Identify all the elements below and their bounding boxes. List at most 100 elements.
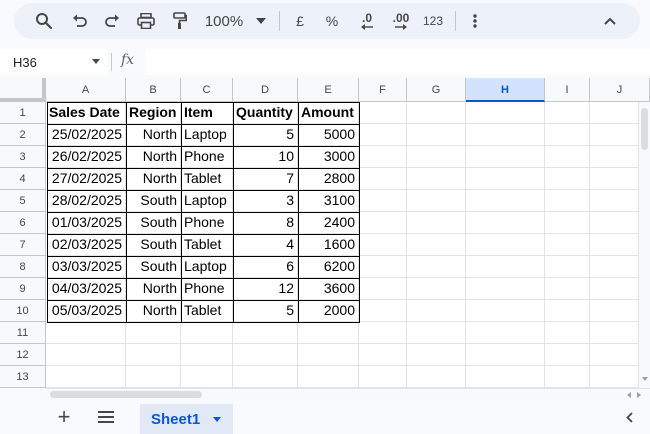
cell[interactable] <box>407 124 466 146</box>
table-header-cell[interactable]: Sales Date <box>46 102 126 124</box>
select-all-corner[interactable] <box>0 78 46 102</box>
name-box[interactable]: H36 <box>0 49 108 75</box>
cell[interactable] <box>545 124 590 146</box>
cell[interactable] <box>407 344 466 366</box>
cell[interactable] <box>407 102 466 124</box>
table-cell[interactable]: 5000 <box>298 124 359 146</box>
cell[interactable] <box>298 322 359 344</box>
horizontal-scroll-thumb[interactable] <box>50 391 202 398</box>
table-cell[interactable]: 03/03/2025 <box>46 256 126 278</box>
cell[interactable] <box>466 234 545 256</box>
column-header-e[interactable]: E <box>298 78 359 102</box>
cell[interactable] <box>545 212 590 234</box>
all-sheets-menu-icon[interactable] <box>96 404 116 430</box>
row-header-4[interactable]: 4 <box>0 168 46 190</box>
table-cell[interactable]: North <box>126 146 181 168</box>
cell[interactable] <box>181 366 233 388</box>
cell[interactable] <box>466 168 545 190</box>
table-cell[interactable]: 27/02/2025 <box>46 168 126 190</box>
cell[interactable] <box>545 102 590 124</box>
table-cell[interactable]: 2800 <box>298 168 359 190</box>
cell[interactable] <box>545 278 590 300</box>
table-cell[interactable]: North <box>126 124 181 146</box>
vertical-scroll-thumb[interactable] <box>641 108 648 150</box>
cell[interactable] <box>46 322 126 344</box>
cell[interactable] <box>359 322 407 344</box>
column-header-g[interactable]: G <box>407 78 466 102</box>
column-header-h[interactable]: H <box>466 78 545 102</box>
cell[interactable] <box>407 322 466 344</box>
sheet-tab-dropdown-icon[interactable] <box>213 417 221 422</box>
cell[interactable] <box>359 300 407 322</box>
cell[interactable] <box>181 322 233 344</box>
sheet-tab-sheet1[interactable]: Sheet1 <box>140 404 233 434</box>
cell[interactable] <box>46 366 126 388</box>
table-cell[interactable]: 5 <box>233 124 298 146</box>
collapse-chevron-icon[interactable] <box>598 3 622 39</box>
column-header-d[interactable]: D <box>233 78 298 102</box>
cell[interactable] <box>407 256 466 278</box>
table-cell[interactable]: 6200 <box>298 256 359 278</box>
cell[interactable] <box>466 102 545 124</box>
cell[interactable] <box>545 234 590 256</box>
number-format-button[interactable]: 123 <box>418 3 448 39</box>
cell[interactable] <box>359 102 407 124</box>
cell[interactable] <box>466 256 545 278</box>
row-header-1[interactable]: 1 <box>0 102 46 124</box>
table-cell[interactable]: Laptop <box>181 124 233 146</box>
search-icon[interactable] <box>30 3 58 39</box>
cell[interactable] <box>545 168 590 190</box>
zoom-dropdown-icon[interactable] <box>252 3 270 39</box>
table-cell[interactable]: 02/03/2025 <box>46 234 126 256</box>
scroll-left-icon[interactable] <box>626 392 632 398</box>
table-cell[interactable]: 3100 <box>298 190 359 212</box>
scroll-down-icon[interactable] <box>642 376 648 382</box>
row-header-6[interactable]: 6 <box>0 212 46 234</box>
cell[interactable] <box>466 344 545 366</box>
cell[interactable] <box>359 256 407 278</box>
cell[interactable] <box>359 234 407 256</box>
table-cell[interactable]: 7 <box>233 168 298 190</box>
table-cell[interactable]: Laptop <box>181 190 233 212</box>
cell[interactable] <box>545 146 590 168</box>
table-cell[interactable]: 5 <box>233 300 298 322</box>
table-cell[interactable]: South <box>126 190 181 212</box>
table-cell[interactable]: North <box>126 278 181 300</box>
cell[interactable] <box>181 344 233 366</box>
table-cell[interactable]: 3 <box>233 190 298 212</box>
cell[interactable] <box>466 300 545 322</box>
row-header-9[interactable]: 9 <box>0 278 46 300</box>
row-header-3[interactable]: 3 <box>0 146 46 168</box>
cell[interactable] <box>466 212 545 234</box>
column-header-f[interactable]: F <box>359 78 407 102</box>
zoom-select[interactable]: 100% <box>200 3 248 39</box>
cell[interactable] <box>466 190 545 212</box>
cell[interactable] <box>407 146 466 168</box>
increase-decimal-button[interactable]: .00 <box>386 3 416 39</box>
table-cell[interactable]: 05/03/2025 <box>46 300 126 322</box>
cell[interactable] <box>233 322 298 344</box>
table-cell[interactable]: 3000 <box>298 146 359 168</box>
cell[interactable] <box>233 344 298 366</box>
cell[interactable] <box>233 366 298 388</box>
cell[interactable] <box>298 366 359 388</box>
table-header-cell[interactable]: Region <box>126 102 181 124</box>
cell[interactable] <box>545 344 590 366</box>
table-header-cell[interactable]: Quantity <box>233 102 298 124</box>
table-cell[interactable]: Tablet <box>181 168 233 190</box>
print-icon[interactable] <box>132 3 160 39</box>
percent-format-button[interactable]: % <box>322 3 342 39</box>
column-header-i[interactable]: I <box>545 78 590 102</box>
cell[interactable] <box>46 344 126 366</box>
cell[interactable] <box>407 366 466 388</box>
row-header-10[interactable]: 10 <box>0 300 46 322</box>
cell[interactable] <box>545 300 590 322</box>
cell[interactable] <box>407 190 466 212</box>
column-header-c[interactable]: C <box>181 78 233 102</box>
column-header-a[interactable]: A <box>46 78 126 102</box>
cell[interactable] <box>359 168 407 190</box>
table-cell[interactable]: Phone <box>181 212 233 234</box>
vertical-scrollbar[interactable] <box>638 102 650 388</box>
column-header-j[interactable]: J <box>590 78 650 102</box>
cell[interactable] <box>466 124 545 146</box>
